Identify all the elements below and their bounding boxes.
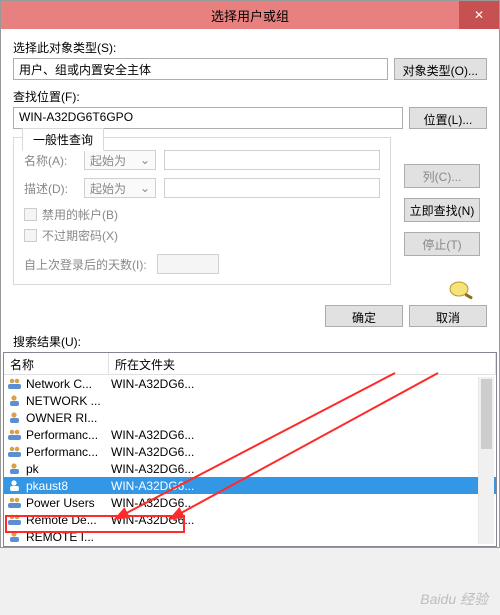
title-text: 选择用户或组 bbox=[211, 6, 289, 25]
row-folder: WIN-A32DG6... bbox=[109, 428, 496, 442]
results-label: 搜索结果(U): bbox=[13, 333, 487, 350]
password-never-expire-checkbox[interactable] bbox=[24, 229, 37, 242]
row-name: pk bbox=[26, 462, 109, 476]
row-name: Remote M... bbox=[26, 547, 109, 548]
user-icon bbox=[7, 462, 23, 476]
col-name-header[interactable]: 名称 bbox=[4, 353, 109, 374]
user-icon bbox=[7, 394, 23, 408]
dialog: 选择用户或组 ✕ 选择此对象类型(S): 用户、组或内置安全主体 对象类型(O)… bbox=[0, 0, 500, 548]
table-row[interactable]: pkWIN-A32DG6... bbox=[4, 460, 496, 477]
table-row[interactable]: Power UsersWIN-A32DG6... bbox=[4, 494, 496, 511]
group-icon bbox=[7, 445, 23, 459]
name-label: 名称(A): bbox=[24, 152, 76, 169]
desc-input[interactable] bbox=[164, 178, 380, 198]
query-fieldset: 一般性查询 名称(A): 起始为⌄ 描述(D): 起始为⌄ 禁用的帐户(B) 不… bbox=[13, 137, 391, 285]
table-row[interactable]: Performanc...WIN-A32DG6... bbox=[4, 426, 496, 443]
row-name: REMOTE I... bbox=[26, 530, 109, 544]
row-name: Network C... bbox=[26, 377, 109, 391]
user-icon bbox=[7, 530, 23, 544]
user-icon bbox=[7, 479, 23, 493]
disabled-account-label: 禁用的帐户(B) bbox=[42, 206, 118, 223]
user-icon bbox=[7, 411, 23, 425]
row-folder: WIN-A32DG6... bbox=[109, 377, 496, 391]
query-tab[interactable]: 一般性查询 bbox=[22, 128, 104, 151]
chevron-down-icon: ⌄ bbox=[140, 153, 150, 167]
stop-button[interactable]: 停止(T) bbox=[404, 232, 480, 256]
group-icon bbox=[7, 428, 23, 442]
magnifier-icon bbox=[446, 280, 476, 305]
results-header: 名称 所在文件夹 bbox=[4, 353, 496, 375]
close-icon: ✕ bbox=[474, 8, 484, 22]
cancel-button[interactable]: 取消 bbox=[409, 305, 487, 327]
name-operator-combo[interactable]: 起始为⌄ bbox=[84, 150, 156, 170]
find-now-button[interactable]: 立即查找(N) bbox=[404, 198, 480, 222]
row-folder: WIN-A32DG6... bbox=[109, 496, 496, 510]
row-folder: WIN-A32DG6... bbox=[109, 479, 496, 493]
group-icon bbox=[7, 377, 23, 391]
table-row[interactable]: pkaust8WIN-A32DG6... bbox=[4, 477, 496, 494]
row-name: Remote De... bbox=[26, 513, 109, 527]
table-row[interactable]: Remote De...WIN-A32DG6... bbox=[4, 511, 496, 528]
col-folder-header[interactable]: 所在文件夹 bbox=[109, 353, 496, 374]
group-icon bbox=[7, 513, 23, 527]
chevron-down-icon: ⌄ bbox=[140, 181, 150, 195]
object-type-label: 选择此对象类型(S): bbox=[13, 39, 487, 56]
row-folder: WIN-A32DG6... bbox=[109, 513, 496, 527]
table-row[interactable]: Performanc...WIN-A32DG6... bbox=[4, 443, 496, 460]
desc-operator-combo[interactable]: 起始为⌄ bbox=[84, 178, 156, 198]
location-label: 查找位置(F): bbox=[13, 88, 487, 105]
row-name: pkaust8 bbox=[26, 479, 109, 493]
desc-label: 描述(D): bbox=[24, 180, 76, 197]
days-since-login-label: 自上次登录后的天数(I): bbox=[24, 256, 147, 273]
scrollbar[interactable] bbox=[478, 377, 494, 544]
table-row[interactable]: OWNER RI... bbox=[4, 409, 496, 426]
titlebar: 选择用户或组 ✕ bbox=[1, 1, 499, 29]
password-never-expire-label: 不过期密码(X) bbox=[42, 227, 118, 244]
columns-button[interactable]: 列(C)... bbox=[404, 164, 480, 188]
name-input[interactable] bbox=[164, 150, 380, 170]
row-name: Power Users bbox=[26, 496, 109, 510]
table-row[interactable]: Network C...WIN-A32DG6... bbox=[4, 375, 496, 392]
table-row[interactable]: REMOTE I... bbox=[4, 528, 496, 545]
action-row: 确定 取消 bbox=[1, 305, 487, 327]
table-row[interactable]: Remote M...WIN-A32DG6... bbox=[4, 545, 496, 547]
days-combo[interactable] bbox=[157, 254, 219, 274]
location-value: WIN-A32DG6T6GPO bbox=[13, 107, 403, 129]
location-button[interactable]: 位置(L)... bbox=[409, 107, 487, 129]
row-name: Performanc... bbox=[26, 445, 109, 459]
row-name: OWNER RI... bbox=[26, 411, 109, 425]
object-type-button[interactable]: 对象类型(O)... bbox=[394, 58, 487, 80]
row-name: NETWORK ... bbox=[26, 394, 109, 408]
close-button[interactable]: ✕ bbox=[459, 1, 499, 29]
row-folder: WIN-A32DG6... bbox=[109, 462, 496, 476]
row-folder: WIN-A32DG6... bbox=[109, 445, 496, 459]
group-icon bbox=[7, 496, 23, 510]
right-button-column: 列(C)... 立即查找(N) 停止(T) bbox=[404, 164, 480, 256]
row-folder: WIN-A32DG6... bbox=[109, 547, 496, 548]
group-icon bbox=[7, 547, 23, 548]
row-name: Performanc... bbox=[26, 428, 109, 442]
watermark: Baidu 经验 bbox=[420, 589, 488, 609]
object-type-value: 用户、组或内置安全主体 bbox=[13, 58, 388, 80]
table-row[interactable]: NETWORK ... bbox=[4, 392, 496, 409]
ok-button[interactable]: 确定 bbox=[325, 305, 403, 327]
disabled-account-checkbox[interactable] bbox=[24, 208, 37, 221]
results-list[interactable]: 名称 所在文件夹 Network C...WIN-A32DG6...NETWOR… bbox=[3, 352, 497, 547]
